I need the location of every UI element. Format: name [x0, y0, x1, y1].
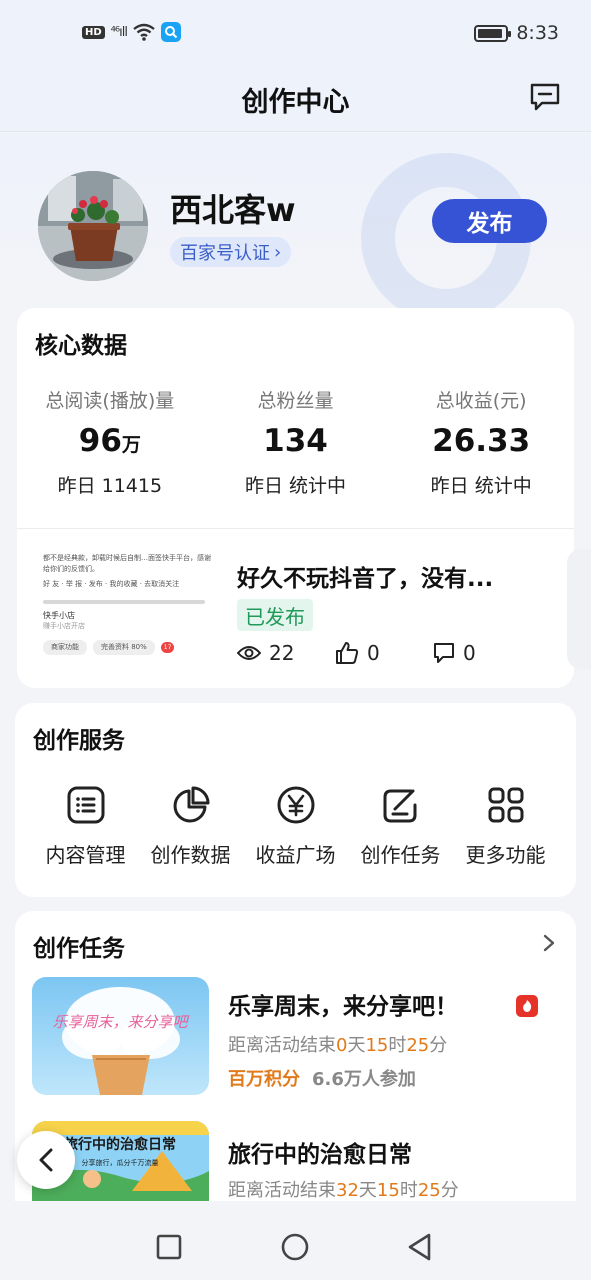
- thumbs-up-icon: [336, 642, 359, 664]
- username: 西北客w: [170, 191, 296, 229]
- svg-text:分享旅行，瓜分千万流量: 分享旅行，瓜分千万流量: [82, 1158, 159, 1167]
- article-metrics: 22 0 0: [237, 641, 531, 665]
- stat-label: 总收益(元): [435, 390, 527, 412]
- services-row: 内容管理 创作数据 收益广场 创作任务 更多功能: [33, 785, 558, 868]
- task-reward: 百万积分 6.6万人参加: [228, 1069, 416, 1090]
- wifi-icon: [133, 23, 155, 41]
- article-thumbnail: 都不是经典款，卸载时候后自制…面签快手平台，感谢给你们的反馈们。 好 友 · 举…: [43, 547, 213, 665]
- home-circle-icon[interactable]: [280, 1232, 310, 1262]
- hot-badge-icon: [516, 995, 538, 1017]
- service-content-management[interactable]: 内容管理: [33, 785, 138, 868]
- core-data-title: 核心数据: [35, 333, 127, 359]
- comments-count: 0: [463, 641, 476, 665]
- stat-yesterday: 昨日 统计中: [244, 475, 347, 497]
- yen-icon: [277, 786, 314, 824]
- battery-icon: [474, 24, 512, 42]
- task-item[interactable]: 旅行中的治愈日常 分享旅行，瓜分千万流量 旅行中的治愈日常 距离活动结束32天1…: [32, 1121, 562, 1201]
- stat-yesterday: 昨日 11415: [57, 475, 163, 497]
- title-bar: 创作中心: [0, 68, 591, 132]
- pie-chart-icon: [173, 786, 209, 823]
- signal-icon: ⁴⁶ıll: [110, 24, 128, 40]
- back-button[interactable]: [17, 1131, 75, 1189]
- hd-badge: HD: [82, 25, 105, 39]
- recent-article[interactable]: 都不是经典款，卸载时候后自制…面签快手平台，感谢给你们的反馈们。 好 友 · 举…: [17, 529, 591, 688]
- comments-metric: 0: [433, 641, 531, 665]
- svg-text:乐享周末，来分享吧: 乐享周末，来分享吧: [52, 1013, 189, 1031]
- core-data-card: 核心数据 总阅读(播放)量 96万 昨日 11415 总粉丝量 134 昨日 统…: [17, 308, 591, 688]
- service-label: 内容管理: [45, 843, 126, 867]
- edit-icon: [383, 789, 416, 823]
- certification-badge[interactable]: 百家号认证 ›: [170, 237, 292, 267]
- grid-icon: [488, 787, 523, 823]
- stat-yesterday: 昨日 统计中: [430, 475, 532, 497]
- message-icon[interactable]: [529, 82, 561, 112]
- chevron-left-icon: [39, 1148, 53, 1172]
- svg-text:旅行中的治愈日常: 旅行中的治愈日常: [64, 1136, 176, 1153]
- stats-row: 总阅读(播放)量 96万 昨日 11415 总粉丝量 134 昨日 统计中 总收…: [17, 386, 574, 498]
- status-bar: HD ⁴⁶ıll 8:33: [0, 0, 591, 68]
- next-article-peek[interactable]: [567, 549, 591, 669]
- views-count: 22: [269, 641, 295, 665]
- page-title: 创作中心: [241, 87, 350, 118]
- service-creation-data[interactable]: 创作数据: [138, 785, 243, 868]
- status-right: 8:33: [474, 22, 559, 44]
- recents-square-icon[interactable]: [154, 1232, 184, 1262]
- chevron-right-icon[interactable]: [542, 933, 556, 953]
- services-card: 创作服务 内容管理 创作数据 收益广场 创作任务 更多功能: [15, 703, 576, 897]
- avatar[interactable]: [38, 171, 148, 281]
- clock: 8:33: [516, 22, 559, 44]
- chevron-right-icon: ›: [274, 241, 282, 263]
- publish-button[interactable]: 发布: [432, 199, 547, 243]
- task-countdown: 距离活动结束32天15时25分: [228, 1180, 459, 1201]
- stat-total-reads[interactable]: 总阅读(播放)量 96万 昨日 11415: [17, 386, 203, 498]
- service-more[interactable]: 更多功能: [453, 785, 558, 868]
- stat-label: 总阅读(播放)量: [45, 390, 175, 412]
- status-left: HD ⁴⁶ıll: [82, 22, 181, 42]
- task-countdown: 距离活动结束0天15时25分: [228, 1035, 448, 1056]
- service-income-square[interactable]: 收益广场: [243, 785, 348, 868]
- system-nav-bar: [0, 1212, 591, 1280]
- stat-total-income[interactable]: 总收益(元) 26.33 昨日 统计中: [388, 386, 574, 498]
- comment-icon: [434, 643, 454, 663]
- task-image: 乐享周末，来分享吧: [32, 977, 209, 1095]
- service-creation-tasks[interactable]: 创作任务: [348, 785, 453, 868]
- views-metric: 22: [237, 641, 335, 665]
- article-title: 好久不玩抖音了，没有...: [237, 566, 494, 592]
- stat-label: 总粉丝量: [257, 390, 334, 412]
- status-badge: 已发布: [237, 599, 313, 631]
- likes-count: 0: [367, 641, 380, 665]
- profile-header: 西北客w 百家号认证 › 发布: [0, 133, 591, 313]
- task-title: 旅行中的治愈日常: [228, 1142, 412, 1168]
- list-icon: [67, 786, 104, 824]
- stat-value: 96万: [78, 423, 141, 459]
- likes-metric: 0: [335, 641, 433, 665]
- eye-icon: [237, 646, 261, 660]
- stat-value: 26.33: [432, 423, 531, 459]
- service-label: 收益广场: [255, 843, 336, 867]
- stat-total-fans[interactable]: 总粉丝量 134 昨日 统计中: [203, 386, 389, 498]
- tasks-card: 创作任务 乐享周末，来分享吧 乐享周末，来分享吧！ 距离活动结束0天15时25分…: [15, 911, 576, 1201]
- service-label: 创作任务: [360, 843, 441, 867]
- certification-label: 百家号认证: [180, 243, 270, 264]
- stat-value: 134: [263, 423, 328, 459]
- service-label: 更多功能: [465, 843, 546, 867]
- back-triangle-icon[interactable]: [405, 1232, 435, 1262]
- services-title: 创作服务: [33, 728, 125, 754]
- service-label: 创作数据: [150, 843, 231, 867]
- task-title: 乐享周末，来分享吧！: [228, 994, 458, 1020]
- task-item[interactable]: 乐享周末，来分享吧 乐享周末，来分享吧！ 距离活动结束0天15时25分 百万积分…: [32, 977, 562, 1097]
- search-app-icon: [160, 22, 181, 42]
- tasks-title: 创作任务: [33, 936, 125, 962]
